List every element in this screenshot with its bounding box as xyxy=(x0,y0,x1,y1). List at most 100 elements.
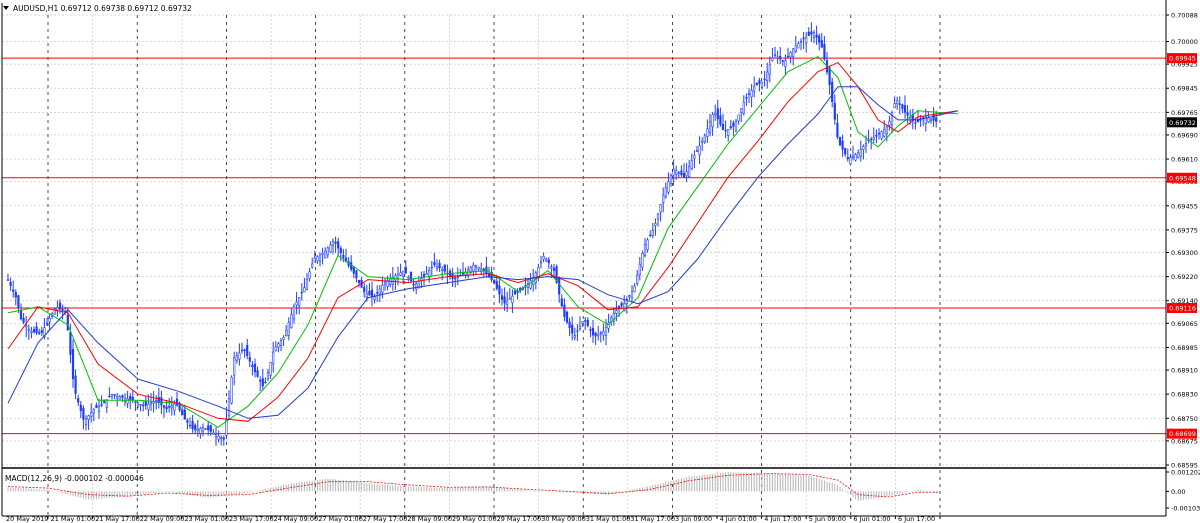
candle-body xyxy=(246,345,249,357)
price-tick-label: 0.70000 xyxy=(1171,38,1198,46)
candle-body xyxy=(573,335,576,338)
candle-body xyxy=(672,168,675,176)
candle-body xyxy=(693,155,696,159)
macd-info: MACD(12,26,9) -0.000102 -0.000046 xyxy=(5,474,144,483)
candle-body xyxy=(222,437,225,440)
price-tick-label: 0.70088 xyxy=(1171,12,1198,20)
candle-body xyxy=(789,52,792,58)
menu-triangle-icon[interactable] xyxy=(3,6,9,10)
candle-body xyxy=(935,117,938,122)
candle-body xyxy=(45,322,49,325)
candle-body xyxy=(703,135,706,142)
candle-body xyxy=(298,297,301,306)
candle-body xyxy=(807,31,810,36)
candle-body xyxy=(766,71,769,81)
candle-body xyxy=(90,412,93,417)
candle-body xyxy=(342,255,345,258)
candle-body xyxy=(456,275,459,278)
candle-body xyxy=(318,254,322,262)
candle-body xyxy=(734,120,738,132)
price-tick-label: 0.69690 xyxy=(1171,131,1198,139)
candle-body xyxy=(854,154,857,161)
candle-body xyxy=(295,301,298,306)
candle-body xyxy=(636,274,639,284)
candle-body xyxy=(729,126,732,129)
candle-body xyxy=(662,194,665,203)
candle-body xyxy=(805,36,808,44)
candle-body xyxy=(316,256,319,262)
candle-body xyxy=(201,427,205,432)
candle-body xyxy=(602,330,605,336)
candle-body xyxy=(272,351,275,365)
candle-body xyxy=(667,181,670,193)
candle-body xyxy=(396,273,400,279)
candle-body xyxy=(165,406,168,410)
candle-body xyxy=(38,331,41,334)
candle-body xyxy=(30,330,33,333)
candle-body xyxy=(896,100,899,105)
candle-body xyxy=(12,289,15,292)
candle-body xyxy=(716,108,719,120)
candle-body xyxy=(350,262,353,270)
candle-body xyxy=(409,271,413,282)
candle-body xyxy=(381,284,384,293)
candle-body xyxy=(256,370,259,377)
candle-body xyxy=(58,302,62,310)
price-tick-label: 0.69220 xyxy=(1171,273,1198,281)
candle-body xyxy=(862,146,865,150)
candle-body xyxy=(129,396,132,400)
candle-body xyxy=(799,40,803,43)
price-tick-label: 0.69765 xyxy=(1171,109,1198,117)
candle-body xyxy=(745,96,748,99)
candle-body xyxy=(630,291,634,299)
sr-label: 0.68699 xyxy=(1169,430,1196,438)
candle-body xyxy=(279,340,283,346)
candle-body xyxy=(305,279,309,290)
candle-body xyxy=(313,257,316,263)
candle-body xyxy=(435,266,439,269)
candle-body xyxy=(6,279,10,281)
candle-body xyxy=(194,424,197,431)
candle-body xyxy=(105,399,108,408)
candle-body xyxy=(264,381,267,384)
candle-body xyxy=(529,280,532,289)
candle-body xyxy=(188,424,192,427)
candle-body xyxy=(633,285,636,293)
candle-body xyxy=(181,409,184,416)
candle-body xyxy=(870,138,873,141)
candle-body xyxy=(591,327,595,336)
candle-body xyxy=(701,140,704,143)
candle-body xyxy=(581,321,584,324)
price-tick-label: 0.69300 xyxy=(1171,249,1198,257)
candle-body xyxy=(433,261,436,266)
candle-body xyxy=(207,425,210,431)
candle-body xyxy=(175,398,179,406)
candle-body xyxy=(737,114,740,122)
candle-body xyxy=(238,352,241,360)
candle-body xyxy=(196,428,199,432)
candle-body xyxy=(513,290,517,295)
candle-body xyxy=(110,394,114,397)
candle-body xyxy=(199,428,202,434)
trading-chart[interactable]: 0.700880.700000.699250.698450.697650.696… xyxy=(0,0,1200,523)
candle-body xyxy=(688,165,691,177)
candle-body xyxy=(628,295,631,298)
candle-body xyxy=(399,272,402,276)
candle-body xyxy=(820,40,823,48)
candle-body xyxy=(438,262,441,269)
candle-body xyxy=(422,273,426,277)
candle-body xyxy=(565,311,569,323)
candle-body xyxy=(690,160,693,170)
candle-body xyxy=(680,170,683,176)
candle-body xyxy=(329,244,332,253)
candle-body xyxy=(927,117,930,123)
candle-body xyxy=(727,129,730,136)
candle-body xyxy=(69,331,72,355)
candle-body xyxy=(363,287,366,293)
candle-body xyxy=(474,265,478,268)
candle-body xyxy=(19,310,23,320)
candle-body xyxy=(56,307,59,311)
candle-body xyxy=(708,121,712,133)
candle-body xyxy=(617,305,621,309)
candle-body xyxy=(888,120,891,126)
